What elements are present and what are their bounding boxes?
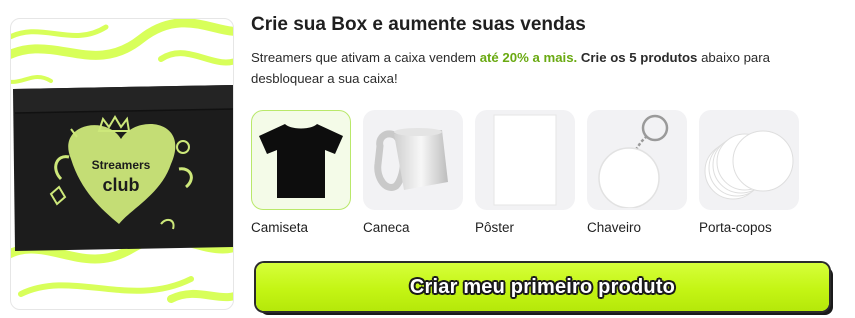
description-strong: Crie os 5 produtos [580,50,698,65]
product-thumb[interactable] [363,110,463,210]
mug-icon [374,128,448,191]
product-label: Porta-copos [699,220,772,235]
box-illustration: Streamers club [11,19,233,303]
description: Streamers que ativam a caixa vendem até … [251,47,841,89]
product-thumb[interactable] [587,110,687,210]
tshirt-icon [259,124,343,198]
keychain-icon [598,114,669,208]
description-highlight: até 20% a mais. [479,50,578,65]
description-part1: Streamers que ativam a caixa vendem [251,50,480,65]
product-label: Chaveiro [587,220,642,235]
product-label: Camiseta [251,220,309,235]
product-card-chaveiro[interactable]: Chaveiro [587,110,687,235]
product-thumb[interactable] [475,110,575,210]
product-label: Caneca [363,220,410,235]
poster-icon [493,114,557,206]
box-brand-line2: club [102,175,139,195]
box-brand-line1: Streamers [92,158,151,172]
product-thumb[interactable] [699,110,799,210]
create-first-product-label: Criar meu primeiro produto [409,275,676,298]
page-title: Crie sua Box e aumente suas vendas [251,14,586,35]
coasters-icon [704,130,794,200]
product-label: Pôster [475,220,515,235]
hero-box-image: Streamers club [10,18,234,310]
product-card-camiseta[interactable]: Camiseta [251,110,351,235]
create-first-product-button[interactable]: Criar meu primeiro produto [256,263,829,311]
product-card-caneca[interactable]: Caneca [363,110,463,235]
product-card-porta-copos[interactable]: Porta-copos [699,110,799,235]
product-thumb[interactable] [251,110,351,210]
product-card-poster[interactable]: Pôster [475,110,575,235]
